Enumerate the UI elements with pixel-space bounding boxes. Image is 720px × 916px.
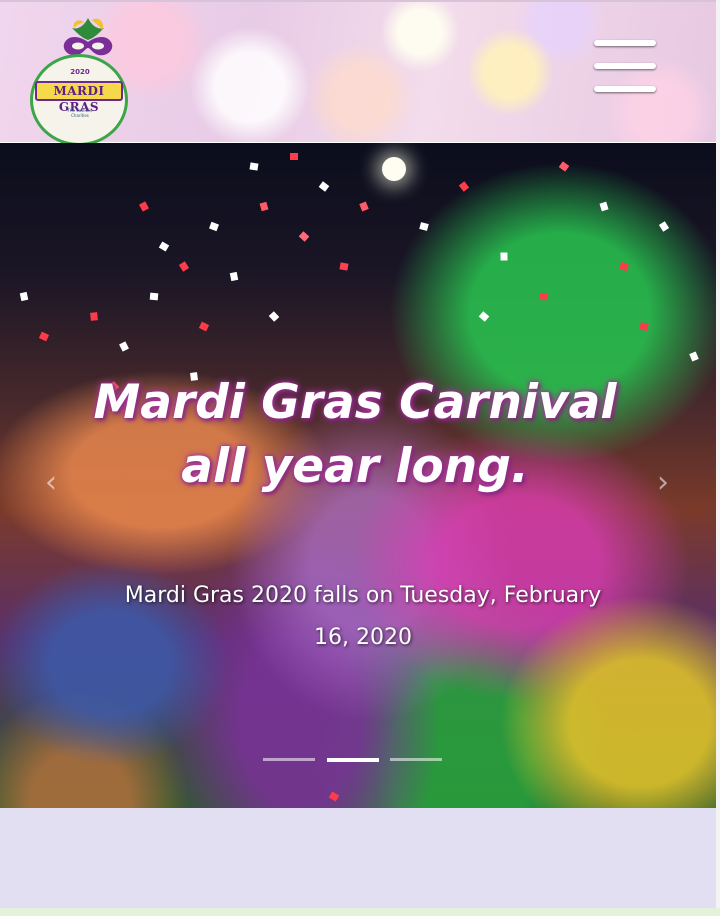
site-header: 2020 MARDI GRAS The Catholic Charities [0,0,716,146]
confetti-piece [19,291,29,302]
confetti-piece [619,261,629,272]
confetti-piece [259,201,269,212]
confetti-piece [139,201,149,212]
hero-subtitle: Mardi Gras 2020 falls on Tuesday, Februa… [124,583,602,650]
confetti-piece [149,292,159,301]
carousel-next-arrow-icon[interactable]: › [652,463,674,503]
content-section [0,808,716,908]
hero-title: Mardi Gras Carnival all year long. [93,375,617,494]
carousel-indicator-1[interactable] [263,758,315,761]
confetti-piece [209,221,219,232]
confetti-piece [158,241,170,252]
confetti-piece [90,312,98,321]
menu-bar [594,40,656,46]
carousel-indicator-3[interactable] [390,758,442,761]
confetti-piece [639,322,649,331]
confetti-piece [229,271,239,282]
confetti-piece [419,222,429,231]
confetti-piece [328,791,340,802]
confetti-piece [558,161,570,172]
confetti-piece [249,162,259,171]
mardi-gras-logo[interactable]: 2020 MARDI GRAS The Catholic Charities [30,18,130,146]
carousel-indicator-2[interactable] [327,758,379,762]
moon-light [382,157,406,181]
confetti-piece [500,252,508,261]
confetti-piece [38,331,50,342]
carousel-prev-arrow-icon[interactable]: ‹ [40,463,62,503]
confetti-piece [599,201,609,212]
logo-year: 2020 [70,68,90,76]
hamburger-menu-icon[interactable] [592,38,658,96]
confetti-piece [658,221,670,232]
menu-bar [594,86,656,92]
footer-strip [0,908,720,916]
confetti-piece [689,351,699,362]
menu-bar [594,63,656,69]
confetti-piece [198,321,210,332]
confetti-piece [539,292,549,301]
logo-wordmark: MARDI GRAS [35,81,123,114]
confetti-piece [339,262,349,271]
scrollbar-track[interactable] [716,0,720,908]
confetti-piece [290,153,298,160]
confetti-piece [298,231,310,242]
hero-carousel: ‹ › Mardi Gras Carnival all year long. M… [0,143,716,808]
confetti-piece [359,201,369,212]
confetti-piece [119,341,129,352]
confetti-piece [178,261,190,272]
confetti-piece [478,311,490,322]
confetti-piece [268,311,280,322]
confetti-piece [318,181,330,192]
confetti-piece [458,181,470,192]
carousel-indicators [263,758,443,762]
logo-sub-text: The Catholic Charities [67,108,93,118]
